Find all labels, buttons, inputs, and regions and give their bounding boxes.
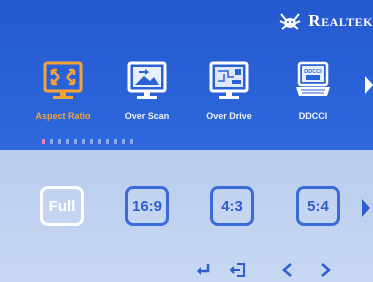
option-4-3-button[interactable]: 4:3 [210,186,254,226]
chevron-right-icon[interactable] [316,262,334,278]
progress-segment [106,139,109,144]
progress-segment [74,139,77,144]
svg-text:DDCCI: DDCCI [304,69,322,75]
enter-icon[interactable] [194,262,212,278]
progress-segment [58,139,61,144]
progress-segment [130,139,133,144]
brand-name: Realtek [308,11,373,30]
progress-segment [50,139,53,144]
option-5-4-button[interactable]: 5:4 [296,186,340,226]
progress-segment [114,139,117,144]
progress-segment [82,139,85,144]
option-full-button[interactable]: Full [40,186,84,226]
menu-item-label: DDCCI [298,111,328,121]
triangle-right-icon[interactable] [362,199,370,217]
chevron-left-icon[interactable] [279,262,297,278]
progress-segment [98,139,101,144]
menu-item-ddcci[interactable]: DDCCI DDCCI [283,60,343,126]
progress-segment [66,139,69,144]
realtek-crab-logo-icon [279,13,301,30]
over-drive-icon [209,61,249,99]
ddcci-icon: DDCCI [296,61,330,96]
menu-item-over-drive[interactable]: Over Drive [199,60,259,126]
menu-item-label: Aspect Ratio [35,111,91,121]
over-scan-icon [127,61,167,99]
triangle-right-icon[interactable] [365,76,373,94]
progress-segment [90,139,93,144]
progress-segment [42,139,45,144]
progress-segment [122,139,125,144]
menu-item-label: Over Scan [124,111,170,121]
option-16-9-button[interactable]: 16:9 [125,186,169,226]
exit-icon[interactable] [229,262,247,278]
menu-item-aspect-ratio[interactable]: Aspect Ratio [33,60,93,126]
menu-item-label: Over Drive [206,111,252,121]
menu-item-over-scan[interactable]: Over Scan [117,60,177,126]
menu-progress-indicator [42,139,133,144]
brand: Realtek [278,8,373,34]
aspect-ratio-icon [43,61,83,99]
